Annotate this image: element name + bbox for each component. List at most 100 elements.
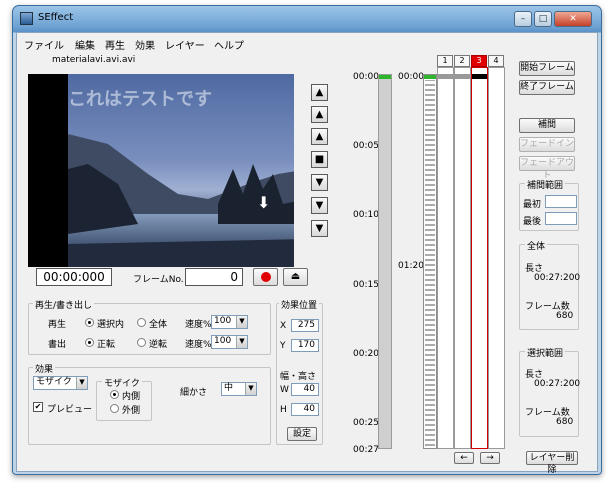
export-label: 書出 — [48, 340, 67, 350]
mosaic-outer-radio[interactable] — [110, 404, 119, 413]
play-all-radio[interactable] — [137, 318, 146, 327]
chevron-down-icon: ▼ — [245, 383, 256, 395]
interpolate-button[interactable]: 補間 — [519, 118, 575, 133]
ruler-left-label: 00:20 — [353, 349, 379, 359]
menu-help[interactable]: ヘルプ — [214, 37, 244, 52]
layer-clip-bar[interactable] — [437, 74, 471, 79]
record-icon — [261, 272, 271, 282]
x-field[interactable]: 275 — [291, 319, 319, 332]
maximize-button[interactable]: □ — [534, 11, 552, 27]
record-button[interactable] — [253, 268, 278, 286]
interp-last-field[interactable] — [545, 212, 577, 225]
mosaic-group-label: モザイク — [102, 376, 142, 389]
menu-layer[interactable]: レイヤー — [165, 37, 205, 52]
selection-frames-value: 680 — [556, 417, 574, 427]
eject-icon: ⏏ — [290, 271, 301, 282]
ruler-left-label: 00:05 — [353, 141, 379, 151]
layer-column-2[interactable] — [454, 67, 471, 449]
effect-group-label: 効果 — [33, 362, 56, 375]
step-back-button[interactable]: ▲ — [311, 128, 328, 145]
eject-button[interactable]: ⏏ — [283, 268, 308, 286]
skip-to-end-button[interactable]: ▼ — [311, 220, 328, 237]
layer-column-4[interactable] — [488, 67, 505, 449]
ruler-left-label: 00:27 — [353, 445, 379, 455]
play-label: 再生 — [48, 320, 67, 330]
whole-info-label: 全体 — [525, 239, 548, 252]
layer-tab-2[interactable]: 2 — [454, 55, 470, 67]
interp-first-field[interactable] — [545, 195, 577, 208]
layer-tab-1[interactable]: 1 — [437, 55, 453, 67]
layer-tab-4[interactable]: 4 — [488, 55, 504, 67]
export-speed-dropdown[interactable]: 100 ▼ — [211, 335, 248, 349]
whole-frames-value: 680 — [556, 311, 574, 321]
whole-length-value: 00:27:200 — [534, 273, 581, 283]
export-forward-label: 正転 — [97, 340, 116, 350]
play-selection-radio[interactable] — [85, 318, 94, 327]
menu-file[interactable]: ファイル — [24, 37, 64, 52]
menu-edit[interactable]: 編集 — [75, 37, 95, 52]
interp-range-label: 補間範囲 — [525, 178, 566, 191]
h-label: H — [280, 405, 287, 415]
delete-layer-button[interactable]: レイヤー削除 — [526, 451, 578, 475]
next-layer-button[interactable]: → — [480, 452, 500, 464]
global-timeline-track[interactable] — [378, 74, 392, 449]
start-frame-button[interactable]: 開始フレーム — [519, 61, 575, 76]
ruler-right-label: 01:20 — [398, 261, 424, 271]
x-label: X — [280, 321, 287, 331]
step-forward-fast-button[interactable]: ▼ — [311, 197, 328, 214]
time-display: 00:00:000 — [36, 268, 112, 286]
selected-layer-clip[interactable] — [472, 74, 487, 79]
chevron-down-icon: ▼ — [236, 336, 247, 348]
frame-no-field[interactable]: 0 — [185, 268, 243, 286]
y-label: Y — [280, 341, 286, 351]
fineness-label: 細かさ — [180, 388, 208, 398]
preview-checkbox[interactable]: ✔ — [33, 402, 43, 412]
close-button[interactable]: ✕ — [554, 11, 592, 27]
skip-to-start-button[interactable]: ▲ — [311, 84, 328, 101]
w-label: W — [280, 385, 289, 395]
chevron-down-icon: ▼ — [76, 377, 87, 389]
h-field[interactable]: 40 — [291, 403, 319, 416]
interp-last-label: 最後 — [523, 217, 542, 227]
export-reverse-radio[interactable] — [137, 338, 146, 347]
export-reverse-label: 逆転 — [149, 340, 168, 350]
play-all-label: 全体 — [149, 320, 168, 330]
mosaic-inner-label: 内側 — [122, 392, 141, 402]
position-marker-icon[interactable]: ⬇ — [257, 195, 271, 215]
play-speed-dropdown[interactable]: 100 ▼ — [211, 315, 248, 329]
w-field[interactable]: 40 — [291, 383, 319, 396]
ruler-left-label: 00:25 — [353, 418, 379, 428]
stop-button[interactable]: ■ — [311, 151, 328, 168]
file-name-label: materialavi.avi.avi — [52, 55, 136, 65]
step-back-fast-button[interactable]: ▲ — [311, 106, 328, 123]
export-forward-radio[interactable] — [85, 338, 94, 347]
frame-ruler-ticks — [425, 80, 435, 446]
step-forward-button[interactable]: ▼ — [311, 174, 328, 191]
prev-layer-button[interactable]: ← — [454, 452, 474, 464]
app-icon — [20, 12, 33, 25]
mosaic-inner-radio[interactable] — [110, 390, 119, 399]
end-frame-button[interactable]: 終了フレーム — [519, 80, 575, 95]
playback-group-label: 再生/書き出し — [33, 298, 95, 311]
overlay-text: これはテストです — [68, 89, 212, 110]
layer-tab-3[interactable]: 3 — [471, 55, 487, 67]
size-label: 幅・高さ — [280, 372, 317, 382]
ruler-left-label: 00:00 — [353, 72, 379, 82]
set-position-button[interactable]: 設定 — [287, 427, 317, 441]
minimize-button[interactable]: – — [514, 11, 532, 27]
y-field[interactable]: 170 — [291, 339, 319, 352]
frame-no-label: フレームNo. — [133, 275, 184, 285]
layer-column-1[interactable] — [437, 67, 454, 449]
menu-play[interactable]: 再生 — [105, 37, 125, 52]
effect-type-dropdown[interactable]: モザイク ▼ — [33, 376, 88, 390]
ruler-right-label: 00:00 — [398, 72, 424, 82]
position-group-label: 効果位置 — [279, 298, 320, 311]
interp-first-label: 最初 — [523, 200, 542, 210]
preview-label: プレビュー — [47, 405, 93, 415]
ruler-left-label: 00:15 — [353, 280, 379, 290]
fade-out-button[interactable]: フェードアウト — [519, 156, 575, 181]
fade-in-button[interactable]: フェードイン — [519, 137, 575, 152]
fineness-dropdown[interactable]: 中 ▼ — [221, 382, 257, 396]
menu-effect[interactable]: 効果 — [135, 37, 155, 52]
layer-column-3[interactable] — [471, 67, 488, 449]
